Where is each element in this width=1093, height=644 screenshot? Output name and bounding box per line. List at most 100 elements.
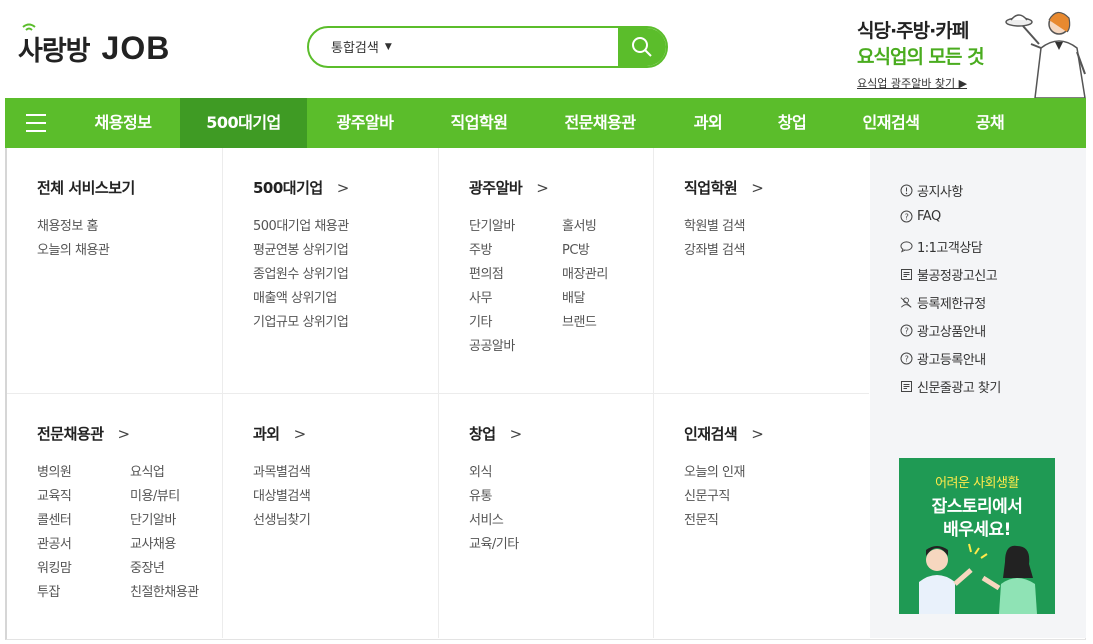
sidebar-item-restriction[interactable]: 등록제한규정 [900,293,986,312]
menu-link[interactable]: 종업원수 상위기업 [253,263,349,282]
search-scope-select[interactable]: 통합검색 ▼ [331,37,392,56]
menu-link[interactable]: 강좌별 검색 [684,239,745,258]
chevron-right-icon: > [536,178,549,197]
menu-link[interactable]: 교육직 [37,485,72,504]
promo-title: 식당·주방·카페 [857,20,969,42]
menu-link[interactable]: 콜센터 [37,509,72,528]
menu-link[interactable]: 선생님찾기 [253,509,311,528]
sidebar-item-notice[interactable]: 공지사항 [900,181,963,200]
specialist-label: 전문채용관 [37,425,104,443]
all-services-label: 전체 서비스보기 [37,179,135,197]
menu-link[interactable]: 유통 [469,485,492,504]
sidebar-item-label: 등록제한규정 [917,297,986,312]
promo-link[interactable]: 요식업 광주알바 찾기 ▶ [857,75,967,91]
logo-korean-text: 사랑방 [18,23,91,68]
menu-link[interactable]: 친절한채용관 [130,581,199,600]
menu-link[interactable]: 배달 [562,287,585,306]
menu-link[interactable]: 전문직 [684,509,719,528]
menu-link[interactable]: 투잡 [37,581,60,600]
promo-banner[interactable]: 식당·주방·카페 요식업의 모든 것 요식업 광주알바 찾기 ▶ [857,11,1093,98]
menu-link[interactable]: 단기알바 [130,509,176,528]
menu-link[interactable]: 병의원 [37,461,72,480]
menu-link[interactable]: 편의점 [469,263,504,282]
menu-link[interactable]: 채용정보 홈 [37,215,98,234]
nav-item-startup[interactable]: 창업 [751,98,833,148]
menu-link[interactable]: PC방 [562,239,590,258]
menu-link[interactable]: 매출액 상위기업 [253,287,337,306]
menu-link[interactable]: 서비스 [469,509,504,528]
tutoring-title[interactable]: 과외 > [253,423,306,444]
sidebar-item-ad-products[interactable]: ? 광고상품안내 [900,321,986,340]
nav-item-academy[interactable]: 직업학원 [423,98,535,148]
customer-service-sidebar: 공지사항 ? FAQ 1:1고객상담 불공정광고신고 등록제한규정 ? 광고상품… [870,148,1086,638]
nav-item-tutoring[interactable]: 과외 [665,98,751,148]
sidebar-item-label: 광고등록안내 [917,353,986,368]
question-circle-icon: ? [900,324,913,337]
menu-link[interactable]: 500대기업 채용관 [253,215,349,234]
nav-item-talent[interactable]: 인재검색 [833,98,949,148]
banner-line3: 배우세요! [943,520,1011,540]
sidebar-item-faq[interactable]: ? FAQ [900,209,941,224]
nav-item-top500[interactable]: 500대기업 [180,98,307,148]
search-button[interactable] [618,28,666,66]
document-icon [901,269,912,280]
jobstory-banner[interactable]: 어려운 사회생활 잡스토리에서 배우세요! [899,458,1055,614]
tutoring-label: 과외 [253,425,280,443]
menu-link[interactable]: 브랜드 [562,311,597,330]
alba-title[interactable]: 광주알바 > [469,177,549,198]
menu-link[interactable]: 외식 [469,461,492,480]
menu-link[interactable]: 중장년 [130,557,165,576]
menu-link[interactable]: 주방 [469,239,492,258]
menu-link[interactable]: 교사채용 [130,533,176,552]
sidebar-item-report[interactable]: 불공정광고신고 [900,265,998,284]
talent-title[interactable]: 인재검색 > [684,423,764,444]
menu-link[interactable]: 오늘의 인재 [684,461,745,480]
banner-line1: 어려운 사회생활 [935,476,1019,491]
top500-title[interactable]: 500대기업 > [253,177,349,198]
menu-link[interactable]: 대상별검색 [253,485,311,504]
menu-link[interactable]: 오늘의 채용관 [37,239,110,258]
menu-link[interactable]: 미용/뷰티 [130,485,180,504]
sidebar-item-label: FAQ [917,209,941,224]
sidebar-item-newspaper-ads[interactable]: 신문줄광고 찾기 [900,377,1001,396]
menu-link[interactable]: 기타 [469,311,492,330]
banner-line2: 잡스토리에서 [931,497,1023,517]
menu-link[interactable]: 학원별 검색 [684,215,745,234]
sidebar-item-consult[interactable]: 1:1고객상담 [900,237,983,256]
search-input[interactable] [409,28,619,66]
chevron-right-icon: > [336,178,350,197]
menu-link[interactable]: 사무 [469,287,492,306]
menu-link[interactable]: 신문구직 [684,485,730,504]
menu-link[interactable]: 워킹맘 [37,557,72,576]
site-logo[interactable]: 사랑방 JOB [18,23,170,70]
menu-link[interactable]: 평균연봉 상위기업 [253,239,349,258]
site-header: 사랑방 JOB 통합검색 ▼ 식당·주방·카페 요식업의 모든 것 요식업 광주… [0,0,1093,98]
academy-title[interactable]: 직업학원 > [684,177,764,198]
caret-down-icon: ▼ [384,41,392,52]
menu-link[interactable]: 과목별검색 [253,461,311,480]
search-scope-label: 통합검색 [331,41,379,56]
sidebar-item-label: 불공정광고신고 [917,269,998,284]
startup-title[interactable]: 창업 > [469,423,522,444]
nav-item-alba[interactable]: 광주알바 [307,98,423,148]
nav-item-public[interactable]: 공채 [949,98,1031,148]
sidebar-item-ad-register[interactable]: ? 광고등록안내 [900,349,986,368]
menu-link[interactable]: 관공서 [37,533,72,552]
menu-link[interactable]: 교육/기타 [469,533,519,552]
chevron-right-icon: > [293,424,307,443]
menu-link[interactable]: 매장관리 [562,263,608,282]
menu-link[interactable]: 기업규모 상위기업 [253,311,349,330]
menu-link[interactable]: 단기알바 [469,215,515,234]
nav-item-jobs[interactable]: 채용정보 [67,98,179,148]
specialist-title[interactable]: 전문채용관 > [37,423,130,444]
sidebar-item-label: 1:1고객상담 [917,241,983,256]
hamburger-menu-icon[interactable] [23,111,49,135]
search-icon [632,37,652,57]
menu-link[interactable]: 홀서빙 [562,215,597,234]
talent-label: 인재검색 [684,425,738,443]
menu-link[interactable]: 공공알바 [469,335,515,354]
all-services-title[interactable]: 전체 서비스보기 [37,177,135,198]
chevron-right-icon: > [751,424,764,443]
menu-link[interactable]: 요식업 [130,461,165,480]
nav-item-specialist[interactable]: 전문채용관 [535,98,665,148]
